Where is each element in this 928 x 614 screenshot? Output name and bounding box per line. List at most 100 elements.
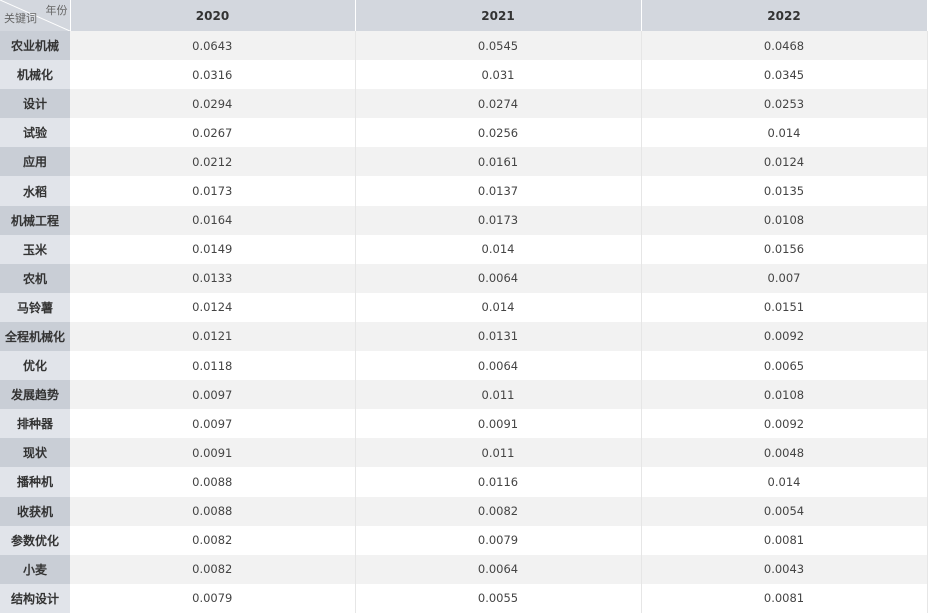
table-row: 结构设计 0.0079 0.0055 0.0081	[0, 583, 928, 613]
row-header-keyword: 现状	[0, 438, 70, 468]
table-cell-value: 0.0108	[641, 380, 928, 410]
table-cell-value: 0.014	[355, 234, 642, 264]
table-cell-value: 0.0124	[641, 147, 928, 177]
table-cell-value: 0.0133	[70, 263, 356, 293]
table-cell-value: 0.0064	[355, 351, 642, 381]
corner-keyword-label: 关键词	[4, 12, 37, 25]
table-row: 机械化 0.0316 0.031 0.0345	[0, 60, 928, 90]
table-cell-value: 0.031	[355, 60, 642, 90]
row-header-keyword: 参数优化	[0, 525, 70, 555]
table-cell-value: 0.0135	[641, 176, 928, 206]
table-cell-value: 0.0079	[70, 583, 356, 613]
table-row: 农机 0.0133 0.0064 0.007	[0, 263, 928, 293]
table-row: 全程机械化 0.0121 0.0131 0.0092	[0, 321, 928, 352]
column-header-year[interactable]: 2020	[70, 0, 356, 31]
row-header-keyword: 农业机械	[0, 31, 70, 61]
table-cell-value: 0.0082	[70, 554, 356, 584]
table-cell-value: 0.0097	[70, 409, 356, 439]
table-row: 发展趋势 0.0097 0.011 0.0108	[0, 380, 928, 410]
table-row: 水稻 0.0173 0.0137 0.0135	[0, 176, 928, 206]
corner-header-cell: 年份 关键词	[0, 0, 71, 31]
row-header-keyword: 收获机	[0, 496, 70, 526]
row-header-keyword: 试验	[0, 118, 70, 148]
table-cell-value: 0.0643	[70, 31, 356, 61]
table-cell-value: 0.0108	[641, 205, 928, 235]
table-cell-value: 0.0088	[70, 467, 356, 497]
table-row: 试验 0.0267 0.0256 0.014	[0, 118, 928, 148]
table-cell-value: 0.0164	[70, 205, 356, 235]
table-cell-value: 0.0116	[355, 467, 642, 497]
table-row: 小麦 0.0082 0.0064 0.0043	[0, 554, 928, 584]
table-cell-value: 0.0316	[70, 60, 356, 90]
table-cell-value: 0.0055	[355, 583, 642, 613]
row-header-keyword: 排种器	[0, 409, 70, 439]
table-cell-value: 0.0118	[70, 351, 356, 381]
corner-year-label: 年份	[45, 4, 68, 17]
table-row: 农业机械 0.0643 0.0545 0.0468	[0, 31, 928, 61]
table-row: 播种机 0.0088 0.0116 0.014	[0, 467, 928, 497]
table-cell-value: 0.0212	[70, 147, 356, 177]
table-cell-value: 0.0082	[70, 525, 356, 555]
table-cell-value: 0.0151	[641, 292, 928, 322]
table-cell-value: 0.011	[355, 380, 642, 410]
table-cell-value: 0.0048	[641, 438, 928, 468]
row-header-keyword: 播种机	[0, 467, 70, 497]
table-row: 玉米 0.0149 0.014 0.0156	[0, 234, 928, 264]
table-cell-value: 0.014	[641, 118, 928, 148]
table-cell-value: 0.0091	[355, 409, 642, 439]
table-cell-value: 0.0156	[641, 234, 928, 264]
header-row: 年份 关键词 2020 2021 2022	[0, 0, 928, 31]
table-row: 优化 0.0118 0.0064 0.0065	[0, 351, 928, 381]
table-cell-value: 0.0081	[641, 525, 928, 555]
column-header-year[interactable]: 2021	[355, 0, 642, 31]
table-cell-value: 0.0256	[355, 118, 642, 148]
table-cell-value: 0.0091	[70, 438, 356, 468]
table-cell-value: 0.0064	[355, 554, 642, 584]
table-row: 设计 0.0294 0.0274 0.0253	[0, 89, 928, 119]
table-cell-value: 0.0131	[355, 321, 642, 352]
table-cell-value: 0.0082	[355, 496, 642, 526]
column-header-year[interactable]: 2022	[641, 0, 928, 31]
table-cell-value: 0.0274	[355, 89, 642, 119]
keyword-year-table: 年份 关键词 2020 2021 2022 农业机械 0.0643 0.0545 0.…	[0, 0, 928, 613]
row-header-keyword: 结构设计	[0, 583, 70, 613]
row-header-keyword: 应用	[0, 147, 70, 177]
table-cell-value: 0.0294	[70, 89, 356, 119]
table-cell-value: 0.0088	[70, 496, 356, 526]
table-row: 排种器 0.0097 0.0091 0.0092	[0, 409, 928, 439]
row-header-keyword: 优化	[0, 351, 70, 381]
table-row: 收获机 0.0088 0.0082 0.0054	[0, 496, 928, 526]
table-cell-value: 0.0173	[70, 176, 356, 206]
row-header-keyword: 马铃薯	[0, 292, 70, 322]
table-cell-value: 0.0468	[641, 31, 928, 61]
table-row: 现状 0.0091 0.011 0.0048	[0, 438, 928, 468]
table-cell-value: 0.0064	[355, 263, 642, 293]
table-cell-value: 0.007	[641, 263, 928, 293]
table-cell-value: 0.0345	[641, 60, 928, 90]
row-header-keyword: 机械化	[0, 60, 70, 90]
table-cell-value: 0.0124	[70, 292, 356, 322]
row-header-keyword: 玉米	[0, 234, 70, 264]
table-row: 马铃薯 0.0124 0.014 0.0151	[0, 292, 928, 322]
table-cell-value: 0.0137	[355, 176, 642, 206]
table-cell-value: 0.011	[355, 438, 642, 468]
table-cell-value: 0.0092	[641, 409, 928, 439]
table-cell-value: 0.0149	[70, 234, 356, 264]
table-cell-value: 0.0081	[641, 583, 928, 613]
table-cell-value: 0.0121	[70, 321, 356, 352]
row-header-keyword: 全程机械化	[0, 321, 70, 352]
table-cell-value: 0.014	[355, 292, 642, 322]
table-row: 参数优化 0.0082 0.0079 0.0081	[0, 525, 928, 555]
table-cell-value: 0.0267	[70, 118, 356, 148]
table-cell-value: 0.0173	[355, 205, 642, 235]
row-header-keyword: 水稻	[0, 176, 70, 206]
row-header-keyword: 小麦	[0, 554, 70, 584]
table-cell-value: 0.0545	[355, 31, 642, 61]
row-header-keyword: 发展趋势	[0, 380, 70, 410]
table-cell-value: 0.014	[641, 467, 928, 497]
row-header-keyword: 机械工程	[0, 205, 70, 235]
table-cell-value: 0.0097	[70, 380, 356, 410]
table-row: 机械工程 0.0164 0.0173 0.0108	[0, 205, 928, 235]
table-cell-value: 0.0079	[355, 525, 642, 555]
table-cell-value: 0.0092	[641, 321, 928, 352]
